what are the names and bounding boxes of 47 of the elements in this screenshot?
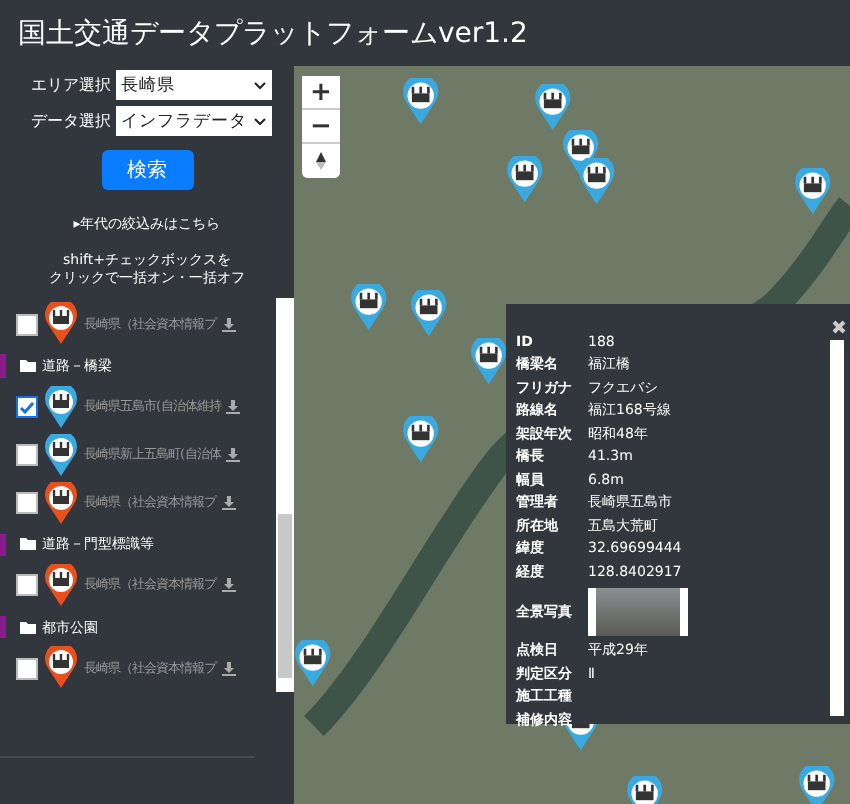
layer-checkbox[interactable]	[16, 492, 38, 515]
map-marker-icon	[578, 158, 616, 207]
map-pin-icon	[44, 646, 78, 691]
map-marker-icon	[402, 416, 440, 465]
download-icon[interactable]	[222, 317, 236, 332]
map-marker-icon	[410, 290, 448, 339]
download-icon[interactable]	[226, 448, 241, 463]
map-pin-icon	[44, 302, 78, 347]
download-icon[interactable]	[222, 496, 236, 511]
photo-placeholder[interactable]	[588, 587, 688, 635]
map-marker-icon	[794, 168, 832, 217]
layer-checkbox[interactable]	[16, 444, 38, 467]
chevron-down-icon	[253, 117, 265, 125]
scrollbar[interactable]	[830, 340, 844, 716]
map-pin-icon	[44, 563, 78, 608]
chevron-down-icon	[253, 81, 265, 89]
map-marker-icon	[470, 338, 508, 387]
map-marker-icon	[798, 766, 836, 804]
download-icon[interactable]	[222, 578, 236, 593]
map-pin-icon	[44, 433, 78, 478]
map-pin-icon	[44, 481, 78, 526]
checkmark-icon	[20, 401, 34, 414]
filter-label: データ選択	[29, 110, 111, 132]
zoom-in-button[interactable]: +	[302, 76, 340, 110]
app-title: 国土交通データプラットフォームver1.2	[18, 15, 528, 51]
map-marker-icon	[506, 156, 544, 205]
download-icon[interactable]	[222, 661, 236, 676]
layer-checkbox[interactable]	[16, 574, 38, 597]
north-arrow-icon	[316, 152, 326, 170]
folder-icon	[20, 538, 36, 551]
map-marker-icon	[402, 78, 440, 127]
map-marker-icon	[294, 640, 332, 689]
layer-checkbox[interactable]	[16, 396, 38, 419]
map-marker-icon	[350, 284, 388, 333]
layer-checkbox[interactable]	[16, 313, 38, 336]
folder-icon	[20, 621, 36, 633]
layer-checkbox[interactable]	[16, 657, 38, 680]
close-icon[interactable]	[832, 320, 846, 334]
select-dropdown[interactable]: インフラデータ	[115, 106, 271, 136]
scrollbar[interactable]	[276, 298, 294, 693]
map-pin-icon	[44, 385, 78, 430]
search-button[interactable]: 検索	[101, 150, 193, 190]
download-icon[interactable]	[226, 400, 241, 415]
select-dropdown[interactable]: 長崎県	[115, 70, 271, 100]
filter-label: エリア選択	[29, 74, 111, 96]
map-marker-icon	[534, 84, 572, 133]
folder-icon	[20, 359, 36, 372]
